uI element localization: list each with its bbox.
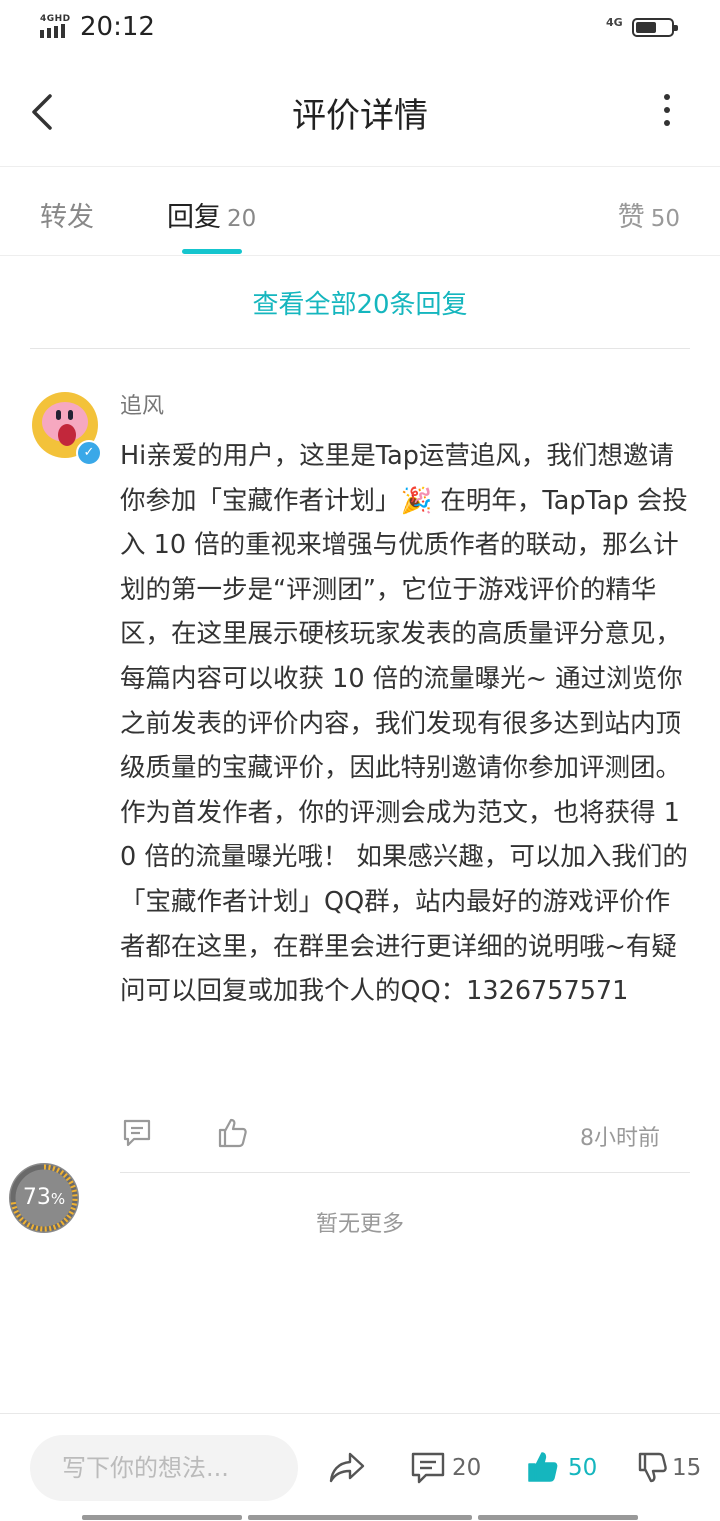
comment-input[interactable]: 写下你的想法... (30, 1435, 298, 1501)
share-icon (329, 1452, 365, 1483)
divider (30, 348, 690, 349)
comment-icon (123, 1119, 151, 1147)
divider (120, 1172, 690, 1173)
tab-reply-label: 回复 (167, 202, 221, 233)
tab-forward[interactable]: 转发 (40, 195, 94, 234)
view-all-replies-link[interactable]: 查看全部20条回复 (0, 284, 720, 321)
status-bar: 4GHD 20:12 4G (0, 0, 720, 56)
tab-reply-count: 20 (227, 206, 257, 232)
like-button[interactable] (216, 1116, 250, 1154)
dislike-count: 15 (672, 1455, 702, 1481)
like-count-button[interactable]: 50 (526, 1450, 597, 1488)
comment-actions: 8小时前 (120, 1116, 660, 1152)
tab-forward-label: 转发 (40, 202, 94, 233)
progress-value: 73% (22, 1185, 66, 1210)
network-4g-label: 4G (606, 16, 623, 29)
tab-like[interactable]: 赞 50 (618, 195, 680, 234)
tab-indicator (182, 249, 242, 254)
tab-like-label: 赞 (617, 202, 645, 233)
more-options-button[interactable] (652, 94, 682, 134)
thumbs-down-icon (638, 1452, 667, 1483)
no-more-label: 暂无更多 (315, 1212, 404, 1237)
like-count: 50 (568, 1455, 598, 1481)
floating-progress-indicator[interactable]: 73% (8, 1162, 80, 1234)
comments-button[interactable]: 20 (410, 1450, 481, 1490)
reply-button[interactable] (120, 1116, 154, 1154)
comment-username[interactable]: 追风 (120, 388, 164, 420)
top-bar: 评价详情 (0, 56, 720, 167)
tab-bar: 转发 回复 20 赞 50 (0, 167, 720, 256)
comment-time: 8小时前 (580, 1126, 660, 1151)
dislike-button[interactable]: 15 (636, 1450, 701, 1488)
share-button[interactable] (328, 1450, 366, 1490)
thumbs-up-icon (218, 1118, 247, 1148)
battery-icon (632, 18, 678, 37)
thumbs-up-icon (528, 1452, 558, 1482)
comment-icon (411, 1452, 445, 1484)
comment-count: 20 (452, 1455, 482, 1481)
tab-reply[interactable]: 回复 20 (167, 195, 256, 234)
comment-text: Hi亲爱的用户，这里是Tap运营追风，我们想邀请你参加「宝藏作者计划」🎉 在明年… (120, 441, 688, 1007)
network-type: 4GHD (40, 14, 71, 24)
status-time: 20:12 (80, 12, 155, 42)
bottom-bar: 写下你的想法... 20 50 15 (0, 1413, 720, 1521)
tab-like-count: 50 (650, 206, 680, 232)
system-nav-bar (0, 1513, 720, 1520)
signal-icon: 4GHD (40, 14, 72, 40)
page-title: 评价详情 (292, 96, 428, 136)
more-vertical-icon (652, 94, 682, 126)
verified-badge-icon: ✓ (76, 440, 102, 466)
